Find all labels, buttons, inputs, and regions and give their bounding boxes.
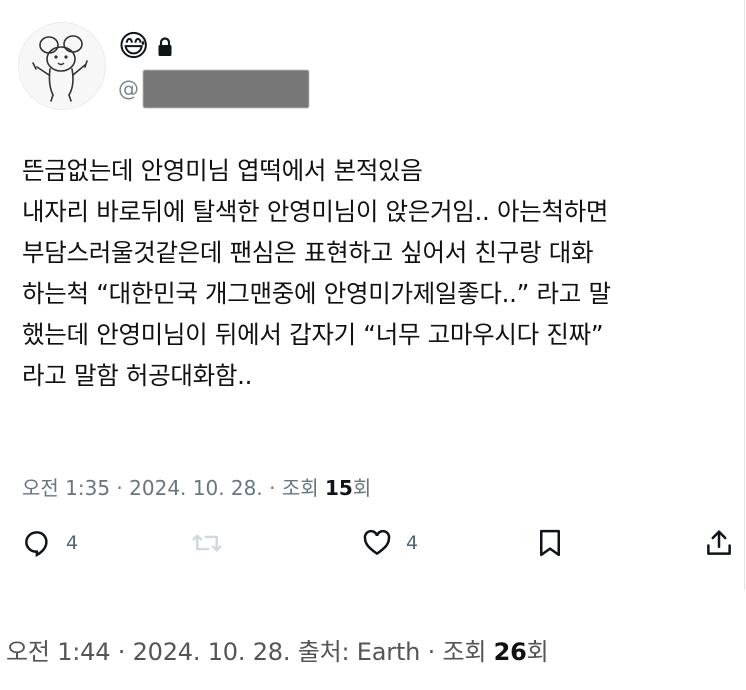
tweet-text: 뜬금없는데 안영미님 엽떡에서 본적있음 내자리 바로뒤에 탈색한 안영미님이 … — [22, 150, 742, 396]
avatar[interactable] — [18, 22, 106, 110]
footer-views-count: 26 — [493, 638, 527, 666]
like-button[interactable]: 4 — [362, 528, 418, 558]
mouse-avatar-icon — [32, 35, 88, 102]
like-count: 4 — [406, 532, 419, 554]
retweet-icon — [192, 534, 222, 552]
tweet-date[interactable]: 2024. 10. 28. — [129, 476, 263, 500]
meta-separator: · — [262, 476, 282, 500]
retweet-button — [190, 528, 224, 558]
tweet-meta: 오전 1:35 · 2024. 10. 28. · 조회 15회 — [22, 472, 371, 501]
footer-time: 오전 1:44 — [6, 638, 111, 666]
views-suffix: 회 — [352, 476, 372, 500]
bookmark-button[interactable] — [536, 528, 564, 558]
heart-icon — [363, 529, 391, 556]
reply-count: 4 — [66, 532, 79, 554]
bookmark-icon — [540, 529, 560, 557]
footer-source: 출처: Earth — [290, 638, 421, 666]
tweet-line: 내자리 바로뒤에 탈색한 안영미님이 앉은거임.. 아는척하면 — [22, 197, 609, 226]
footer-views-suffix: 회 — [526, 638, 549, 666]
meta-separator: · — [420, 638, 443, 666]
tweet-line: 하는척 “대한민국 개그맨중에 안영미가제일좋다..” 라고 말 — [22, 279, 611, 308]
reply-icon — [25, 531, 48, 557]
reply-button[interactable]: 4 — [22, 528, 78, 558]
share-button[interactable] — [704, 528, 734, 558]
views-label: 조회 — [281, 476, 325, 500]
meta-separator: · — [110, 638, 133, 666]
tweet-card: 😅 @ 뜬금없는데 안영미님 엽떡에서 본적있음 내자리 바로뒤에 탈색한 안영… — [0, 0, 745, 590]
post-footer-meta: 오전 1:44 · 2024. 10. 28. 출처: Earth · 조회 2… — [6, 632, 549, 667]
action-bar: 4 4 — [0, 528, 744, 568]
display-name[interactable]: 😅 — [118, 30, 173, 64]
user-handle[interactable]: @ — [118, 70, 309, 108]
tweet-line: 부담스러울것같은데 팬심은 표현하고 싶어서 친구랑 대화 — [22, 238, 594, 267]
sweat-smile-emoji: 😅 — [118, 29, 150, 64]
redacted-handle — [143, 70, 309, 108]
tweet-line: 했는데 안영미님이 뒤에서 갑자기 “너무 고마우시다 진짜” — [22, 320, 604, 349]
lock-icon — [158, 37, 172, 56]
footer-date: 2024. 10. 28. — [132, 638, 291, 666]
meta-separator: · — [110, 476, 130, 500]
footer-views-label: 조회 — [442, 638, 494, 666]
tweet-line: 뜬금없는데 안영미님 엽떡에서 본적있음 — [22, 156, 423, 185]
tweet-time[interactable]: 오전 1:35 — [22, 476, 110, 500]
views-count: 15 — [325, 476, 353, 500]
handle-at-sign: @ — [118, 77, 139, 101]
share-icon — [707, 530, 731, 555]
tweet-line: 라고 말함 허공대화함.. — [22, 361, 253, 390]
